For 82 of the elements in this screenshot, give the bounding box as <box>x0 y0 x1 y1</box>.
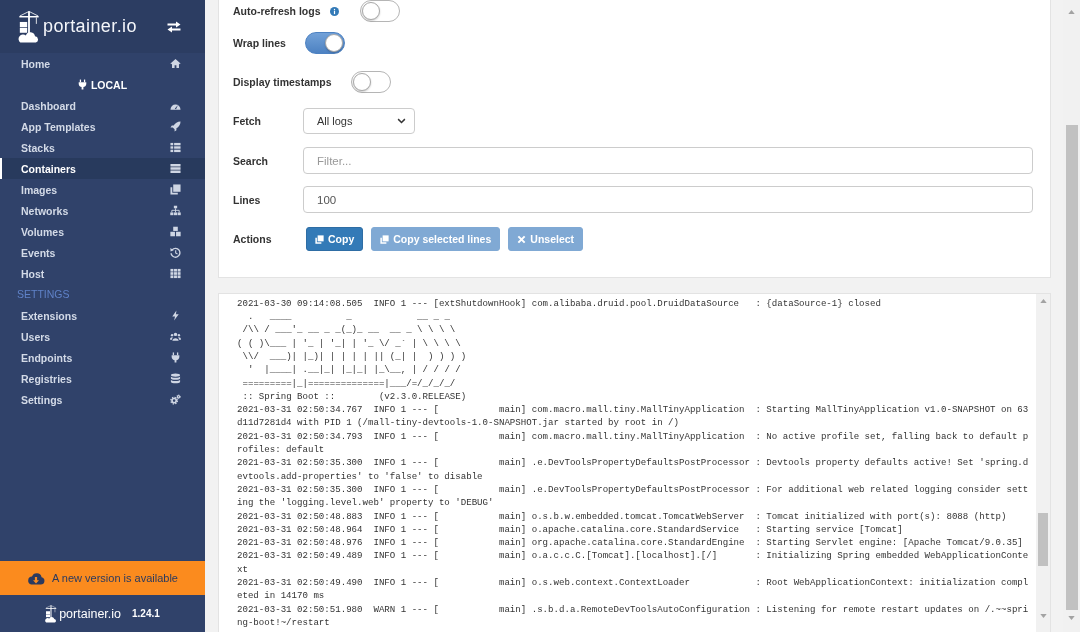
logo-text: portainer.io <box>43 16 137 37</box>
section-heading: SETTINGS <box>16 287 71 302</box>
log-line: 2021-03-30 09:14:08.505 INFO 1 --- [extShutdownHook] com.alibaba.druid.pool.DruidDataSource : {dataSource-1} closed <box>237 296 882 311</box>
gears-icon <box>170 394 181 405</box>
log-line: 2021-03-31 02:50:49.489 INFO 1 --- [ main] o.a.c.c.C.[Tomcat].[localhost].[/] : Initializing Spring embedded WebApplicationContext <box>237 549 1030 576</box>
copy-icon <box>170 184 181 195</box>
update-banner[interactable]: A new version is available <box>0 561 205 595</box>
arrow-up-icon[interactable] <box>1068 10 1075 14</box>
list-icon <box>170 142 181 153</box>
field-label: Fetch <box>233 115 262 128</box>
field-label: Wrap lines <box>233 36 286 49</box>
nav-item[interactable]: Users <box>0 326 205 347</box>
footer-logo-text: portainer.io <box>59 606 121 621</box>
fetch-dropdown[interactable]: All logs <box>303 108 415 135</box>
toggle-switch[interactable] <box>350 70 391 93</box>
log-line: 2021-03-31 02:50:34.793 INFO 1 --- [ main] com.macro.mall.tiny.MallTinyApplication : No active profile set, falling back to default profiles: default <box>237 429 1030 457</box>
nav-item[interactable]: Settings <box>0 389 205 410</box>
rocket-icon <box>170 121 181 132</box>
users-icon <box>170 331 181 342</box>
log-line: 2021-03-31 02:50:51.980 WARN 1 --- [ main] .s.b.d.a.RemoteDevToolsAutoConfiguration : Listening for remote restart updates on /.~~spring-boot!~/restart <box>237 602 1030 630</box>
arrow-down-icon[interactable] <box>1039 614 1047 618</box>
cloud-download-icon <box>27 571 45 585</box>
nav-item[interactable]: Images <box>0 179 205 200</box>
nav-item[interactable]: Stacks <box>0 137 205 158</box>
crane-icon <box>45 604 58 623</box>
input-field[interactable]: 100 <box>303 186 1033 214</box>
nav-item[interactable]: Registries <box>0 368 205 389</box>
log-line: :: Spring Boot :: (v2.3.0.RELEASE) <box>241 389 468 404</box>
cubes-icon <box>170 226 181 237</box>
bolt-icon <box>170 310 181 321</box>
log-line: 2021-03-31 02:50:49.490 INFO 1 --- [ main] o.s.web.context.ContextLoader : Root WebApplicationContext: initialization completed in 14170 ms <box>237 576 1030 603</box>
copy-icon <box>380 234 390 244</box>
log-line: 2021-03-31 02:50:48.883 INFO 1 --- [ main] o.s.b.w.embedded.tomcat.TomcatWebServer : Tomcat initialized with port(s): 8088 (http) <box>237 509 1008 523</box>
nav-item[interactable]: Dashboard <box>0 95 205 116</box>
log-line: 2021-03-31 02:50:35.300 INFO 1 --- [ main] .e.DevToolsPropertyDefaultsPostProcessor : Devtools property defaults active! Set 'spring.devtools.add-properties' to 'false' to disable <box>237 456 1030 483</box>
crane-icon <box>18 8 40 45</box>
swap-icon[interactable] <box>167 20 181 33</box>
plug-icon <box>77 79 87 90</box>
log-line: 2021-03-31 02:50:34.767 INFO 1 --- [ main] com.macro.mall.tiny.MallTinyApplication : Starting MallTinyApplication v1.0-SNAPSHOT on 63d11d7281d4 with PID 1 (/mall-tiny-devtools-1.0-SNAPSHOT.jar started by root in /) <box>237 403 1030 430</box>
version-label: 1.24.1 <box>132 608 160 619</box>
close-icon <box>517 234 527 244</box>
nav-item[interactable]: Host <box>0 263 205 284</box>
log-line: 2021-03-31 02:50:48.964 INFO 1 --- [ main] o.apache.catalina.core.StandardService : Starting service [Tomcat] <box>237 522 904 537</box>
toggle-switch[interactable] <box>359 0 400 22</box>
nav-item[interactable]: Extensions <box>0 305 205 326</box>
nav-item[interactable]: Volumes <box>0 221 205 242</box>
hierarchy-icon <box>170 205 181 216</box>
plug-icon <box>170 352 181 363</box>
nav-item[interactable]: Endpoints <box>0 347 205 368</box>
log-line: . ____ _ __ _ _ <box>246 310 451 324</box>
database-icon <box>170 373 181 384</box>
caret-icon <box>397 118 406 125</box>
arrow-down-icon[interactable] <box>1068 616 1075 620</box>
field-label: Auto-refresh logs <box>233 5 321 17</box>
server-icon <box>170 163 181 174</box>
copy-button[interactable]: Copy <box>306 227 364 252</box>
field-label: Display timestamps <box>233 75 332 88</box>
input-field[interactable]: Filter... <box>303 147 1033 175</box>
nav-item[interactable]: Events <box>0 242 205 263</box>
history-icon <box>170 247 181 258</box>
log-line: /\\ / ___'_ __ _ _(_)_ __ __ _ \ \ \ \ <box>241 323 457 337</box>
field-label: Lines <box>233 193 262 206</box>
copy-icon <box>315 234 324 244</box>
toggle-switch[interactable] <box>304 31 345 54</box>
nav-item[interactable]: Containers <box>0 158 205 179</box>
grid-icon <box>170 268 181 279</box>
log-line: 2021-03-31 02:50:35.300 INFO 1 --- [ main] .e.DevToolsPropertyDefaultsPostProcessor : For additional web related logging consider setting the 'logging.level.web' property to 'DEBUG' <box>237 482 1030 510</box>
log-line: ' |____| .__|_| |_|_| |_\__, | / / / / <box>246 363 462 377</box>
scrollbar-thumb[interactable] <box>1038 512 1048 566</box>
log-line: 2021-03-31 02:50:48.976 INFO 1 --- [ main] org.apache.catalina.core.StandardEngine : Starting Servlet engine: [Apache Tomcat/9.0.35] <box>237 536 1024 550</box>
log-line: \\/ ___)| |_)| | | | | || (_| | ) ) ) ) <box>241 349 468 364</box>
nav-item[interactable]: Networks <box>0 200 205 221</box>
field-label: Search <box>233 154 270 167</box>
field-label: Actions <box>233 233 273 246</box>
arrow-up-icon[interactable] <box>1039 298 1047 303</box>
nav-item[interactable]: Home <box>0 53 205 74</box>
log-line: ( ( )\___ | '_ | '_| | '_ \/ _` | \ \ \ \ <box>237 336 462 350</box>
scrollbar-thumb[interactable] <box>1065 125 1078 610</box>
nav-item[interactable]: App Templates <box>0 116 205 137</box>
log-line: =========|_|==============|___/=/_/_/_/ <box>241 376 457 390</box>
home-icon <box>170 58 181 69</box>
endpoint-name: LOCAL <box>90 78 128 91</box>
